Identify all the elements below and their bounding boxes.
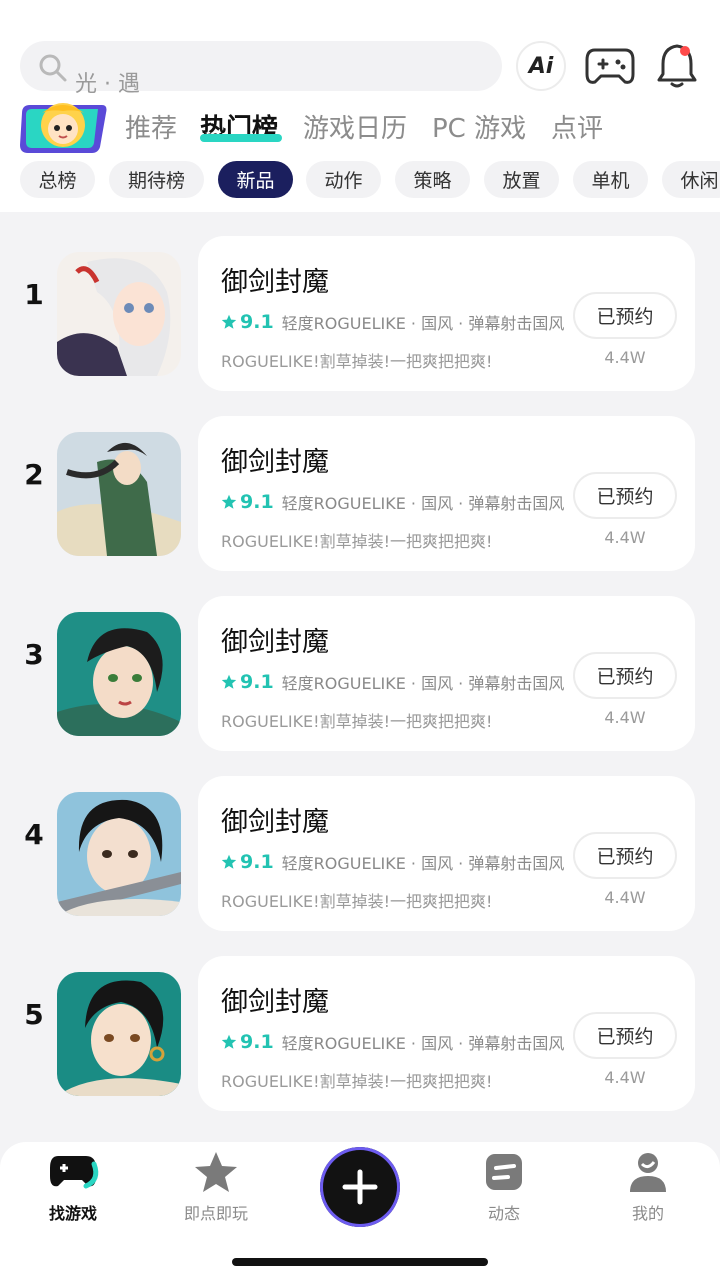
list-item[interactable]: 3 御剑封魔 9.1 轻度ROGUELIKE · 国风 · 弹幕射击国风 ROG… xyxy=(0,572,720,752)
nav-label: 即点即玩 xyxy=(183,1204,248,1223)
game-score: 9.1 xyxy=(240,851,274,873)
game-description: ROGUELIKE!割草掉装!一把爽把把爽! xyxy=(221,532,493,551)
star-icon xyxy=(221,854,237,869)
star-icon xyxy=(221,494,237,509)
game-meta: 9.1 轻度ROGUELIKE · 国风 · 弹幕射击国风 xyxy=(221,490,564,514)
chip-overall[interactable]: 总榜 xyxy=(20,161,95,198)
game-meta: 9.1 轻度ROGUELIKE · 国风 · 弹幕射击国风 xyxy=(221,310,564,334)
game-score: 9.1 xyxy=(240,311,274,333)
plus-button[interactable] xyxy=(320,1147,400,1227)
star-icon xyxy=(221,1034,237,1049)
list-item[interactable]: 5 御剑封魔 9.1 轻度ROGUELIKE · 国风 · 弹幕射击国风 ROG… xyxy=(0,932,720,1112)
chip-single-player[interactable]: 单机 xyxy=(573,161,648,198)
ai-assistant-button[interactable]: Ai xyxy=(516,41,566,91)
chip-new[interactable]: 新品 xyxy=(218,161,293,198)
game-score: 9.1 xyxy=(240,491,274,513)
game-description: ROGUELIKE!割草掉装!一把爽把把爽! xyxy=(221,352,493,371)
star-icon xyxy=(221,674,237,689)
game-tags: 轻度ROGUELIKE · 国风 · 弹幕射击国风 xyxy=(281,314,565,333)
game-meta: 9.1 轻度ROGUELIKE · 国风 · 弹幕射击国风 xyxy=(221,850,564,874)
active-tab-underline xyxy=(200,134,282,142)
nav-label: 找游戏 xyxy=(48,1204,97,1223)
game-cover-image[interactable] xyxy=(57,252,181,376)
game-cover-image[interactable] xyxy=(57,792,181,916)
game-tags: 轻度ROGUELIKE · 国风 · 弹幕射击国风 xyxy=(281,1034,565,1053)
game-title: 御剑封魔 xyxy=(221,807,329,838)
nav-find-games[interactable]: 找游戏 xyxy=(18,1150,128,1224)
game-card[interactable]: 御剑封魔 9.1 轻度ROGUELIKE · 国风 · 弹幕射击国风 ROGUE… xyxy=(198,956,695,1111)
tab-recommend[interactable]: 推荐 xyxy=(125,108,177,145)
game-title: 御剑封魔 xyxy=(221,447,329,478)
tab-reviews[interactable]: 点评 xyxy=(551,108,603,145)
nav-profile[interactable]: 我的 xyxy=(593,1150,703,1224)
reservation-count: 4.4W xyxy=(604,1068,646,1087)
notification-badge xyxy=(680,46,690,56)
reserve-button[interactable]: 已预约 xyxy=(573,292,677,339)
game-meta: 9.1 轻度ROGUELIKE · 国风 · 弹幕射击国风 xyxy=(221,1030,564,1054)
reservation-count: 4.4W xyxy=(604,888,646,907)
rank-number: 4 xyxy=(24,818,44,851)
game-title: 御剑封魔 xyxy=(221,267,329,298)
chip-action[interactable]: 动作 xyxy=(306,161,381,198)
rank-number: 1 xyxy=(24,278,44,311)
game-score: 9.1 xyxy=(240,671,274,693)
game-tags: 轻度ROGUELIKE · 国风 · 弹幕射击国风 xyxy=(281,494,565,513)
game-description: ROGUELIKE!割草掉装!一把爽把把爽! xyxy=(221,712,493,731)
game-tags: 轻度ROGUELIKE · 国风 · 弹幕射击国风 xyxy=(281,854,565,873)
rank-number: 3 xyxy=(24,638,44,671)
rank-number: 2 xyxy=(24,458,44,491)
nav-label: 动态 xyxy=(487,1204,520,1223)
chip-anticipated[interactable]: 期待榜 xyxy=(109,161,204,198)
mascot-logo[interactable] xyxy=(16,95,110,157)
list-item[interactable]: 4 御剑封魔 9.1 轻度ROGUELIKE · 国风 · 弹幕射击国风 ROG… xyxy=(0,752,720,932)
reservation-count: 4.4W xyxy=(604,708,646,727)
nav-label: 我的 xyxy=(631,1204,664,1223)
search-icon xyxy=(39,54,67,82)
notification-bell-icon[interactable] xyxy=(655,42,699,90)
gamepad-icon[interactable] xyxy=(585,44,635,88)
reservation-count: 4.4W xyxy=(604,528,646,547)
search-placeholder[interactable]: 光 · 遇 xyxy=(75,66,140,98)
reserve-button[interactable]: 已预约 xyxy=(573,652,677,699)
game-cover-image[interactable] xyxy=(57,972,181,1096)
game-card[interactable]: 御剑封魔 9.1 轻度ROGUELIKE · 国风 · 弹幕射击国风 ROGUE… xyxy=(198,776,695,931)
nav-instant-play[interactable]: 即点即玩 xyxy=(161,1150,271,1224)
game-cover-image[interactable] xyxy=(57,612,181,736)
chip-casual[interactable]: 休闲 xyxy=(662,161,720,198)
reserve-button[interactable]: 已预约 xyxy=(573,472,677,519)
tab-game-calendar[interactable]: 游戏日历 xyxy=(303,108,407,145)
gamepad-icon xyxy=(50,1156,99,1189)
game-card[interactable]: 御剑封魔 9.1 轻度ROGUELIKE · 国风 · 弹幕射击国风 ROGUE… xyxy=(198,596,695,751)
game-score: 9.1 xyxy=(240,1031,274,1053)
chip-idle[interactable]: 放置 xyxy=(484,161,559,198)
home-indicator[interactable] xyxy=(232,1258,488,1266)
game-title: 御剑封魔 xyxy=(221,987,329,1018)
game-card[interactable]: 御剑封魔 9.1 轻度ROGUELIKE · 国风 · 弹幕射击国风 ROGUE… xyxy=(198,416,695,571)
game-meta: 9.1 轻度ROGUELIKE · 国风 · 弹幕射击国风 xyxy=(221,670,564,694)
plus-icon xyxy=(342,1169,378,1205)
star-icon xyxy=(221,314,237,329)
reserve-button[interactable]: 已预约 xyxy=(573,1012,677,1059)
tab-pc-games[interactable]: PC 游戏 xyxy=(432,108,526,145)
nav-feed[interactable]: 动态 xyxy=(449,1150,559,1224)
game-description: ROGUELIKE!割草掉装!一把爽把把爽! xyxy=(221,1072,493,1091)
game-description: ROGUELIKE!割草掉装!一把爽把把爽! xyxy=(221,892,493,911)
feed-icon xyxy=(486,1154,522,1190)
chip-strategy[interactable]: 策略 xyxy=(395,161,470,198)
reservation-count: 4.4W xyxy=(604,348,646,367)
game-tags: 轻度ROGUELIKE · 国风 · 弹幕射击国风 xyxy=(281,674,565,693)
star-icon xyxy=(195,1152,237,1192)
game-card[interactable]: 御剑封魔 9.1 轻度ROGUELIKE · 国风 · 弹幕射击国风 ROGUE… xyxy=(198,236,695,391)
game-cover-image[interactable] xyxy=(57,432,181,556)
reserve-button[interactable]: 已预约 xyxy=(573,832,677,879)
game-title: 御剑封魔 xyxy=(221,627,329,658)
list-item[interactable]: 2 御剑封魔 9.1 轻度ROGUELIKE · 国风 · 弹幕射击国风 ROG… xyxy=(0,392,720,572)
list-item[interactable]: 1 御剑封魔 9.1 轻度ROGUELIKE · 国风 · 弹幕射击国风 ROG… xyxy=(0,212,720,392)
profile-icon xyxy=(630,1153,666,1192)
rank-number: 5 xyxy=(24,998,44,1031)
